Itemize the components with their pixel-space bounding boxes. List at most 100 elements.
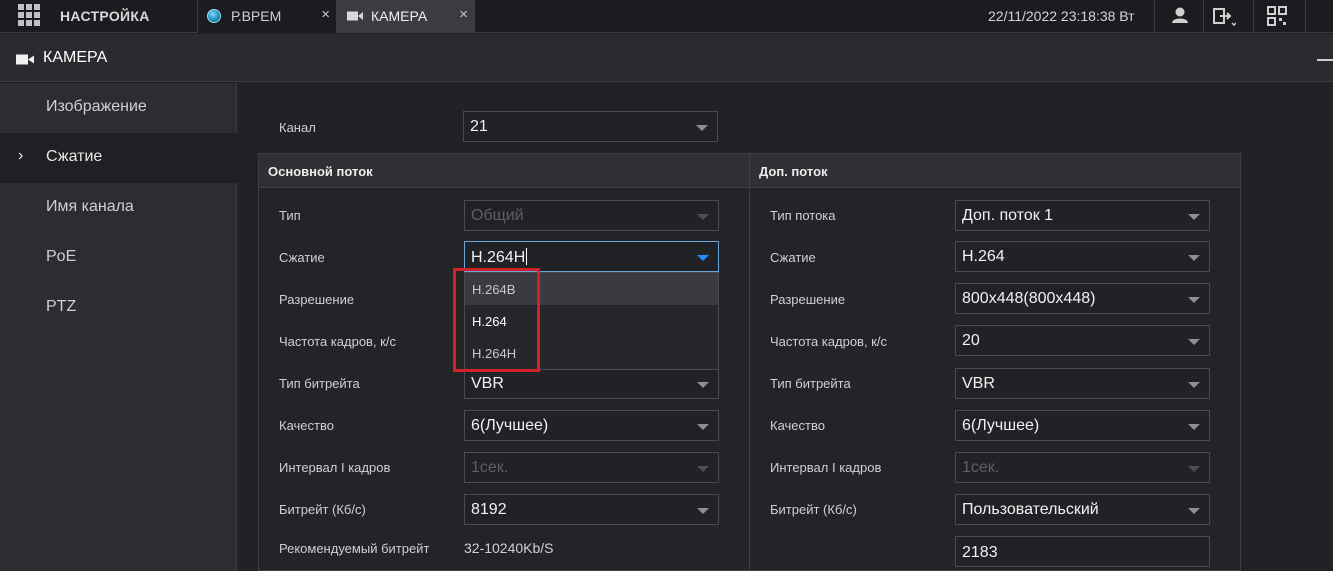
tab-camera-label: КАМЕРА: [371, 8, 428, 24]
sub-iframe-select: 1сек.: [955, 452, 1210, 483]
main-iframe-select: 1сек.: [464, 452, 719, 483]
main-compression-value: H.264H: [471, 248, 528, 266]
channel-value: 21: [470, 118, 488, 135]
chevron-down-icon: [1188, 214, 1200, 220]
page-title: КАМЕРА: [43, 49, 108, 66]
globe-icon: [207, 9, 221, 23]
divider: [1253, 0, 1254, 33]
main-bitrate-value: 8192: [471, 501, 507, 518]
chevron-down-icon: [697, 424, 709, 430]
chevron-down-icon: [697, 214, 709, 220]
sub-bitrate-type-select[interactable]: VBR: [955, 368, 1210, 399]
chevron-down-icon: [696, 125, 708, 131]
recommended-bitrate-label: Рекомендуемый битрейт: [279, 541, 430, 556]
sub-resolution-value: 800x448(800x448): [962, 290, 1096, 307]
user-icon[interactable]: [1167, 4, 1193, 28]
chevron-down-icon: [697, 466, 709, 472]
main-type-select: Общий: [464, 200, 719, 231]
sub-fps-value: 20: [962, 332, 980, 349]
annotation-highlight-box: [453, 268, 540, 372]
chevron-down-icon: [1188, 424, 1200, 430]
main-type-label: Тип: [279, 208, 301, 223]
sub-resolution-select[interactable]: 800x448(800x448): [955, 283, 1210, 314]
main-bitrate-type-select[interactable]: VBR: [464, 368, 719, 399]
sub-stream-type-label: Тип потока: [770, 208, 836, 223]
chevron-down-icon: [1188, 255, 1200, 261]
main-type-value: Общий: [471, 207, 524, 224]
sub-bitrate-value: Пользовательский: [962, 501, 1099, 518]
main-fps-label: Частота кадров, к/с: [279, 334, 396, 349]
tab-live-view-close-icon[interactable]: ×: [321, 6, 330, 23]
minimize-icon[interactable]: [1317, 59, 1333, 61]
tab-camera-close-icon[interactable]: ×: [459, 6, 468, 23]
sidebar-item-compression[interactable]: › Сжатие: [0, 133, 237, 183]
camera-icon: [16, 54, 34, 65]
main-stream-title: Основной поток: [268, 164, 373, 179]
sub-fps-label: Частота кадров, к/с: [770, 334, 887, 349]
main-quality-label: Качество: [279, 418, 334, 433]
sidebar-item-label: PTZ: [46, 298, 77, 315]
sub-fps-select[interactable]: 20: [955, 325, 1210, 356]
main-iframe-label: Интервал I кадров: [279, 460, 391, 475]
tab-live-view[interactable]: Р.ВРЕМ ×: [197, 0, 336, 33]
top-bar: НАСТРОЙКА Р.ВРЕМ × КАМЕРА × 22/11/2022 2…: [0, 0, 1333, 33]
sub-stream-header: Доп. поток: [750, 154, 1240, 188]
sidebar-item-ptz[interactable]: PTZ: [0, 283, 237, 333]
main-bitrate-type-value: VBR: [471, 375, 504, 392]
main-bitrate-type-label: Тип битрейта: [279, 376, 360, 391]
chevron-right-icon: ›: [18, 147, 24, 164]
sidebar-item-label: PoE: [46, 248, 77, 265]
tab-live-view-label: Р.ВРЕМ: [231, 8, 282, 24]
sub-stream-title: Доп. поток: [759, 164, 828, 179]
main-menu-grid-icon[interactable]: [18, 4, 40, 26]
sidebar-item-label: Сжатие: [46, 148, 103, 165]
divider: [1203, 0, 1204, 33]
sub-compression-select[interactable]: H.264: [955, 241, 1210, 272]
chevron-down-icon: [697, 255, 709, 261]
chevron-down-icon: [1188, 297, 1200, 303]
sub-stream-type-select[interactable]: Доп. поток 1: [955, 200, 1210, 231]
main-bitrate-select[interactable]: 8192: [464, 494, 719, 525]
main-quality-select[interactable]: 6(Лучшее): [464, 410, 719, 441]
tab-camera[interactable]: КАМЕРА ×: [336, 0, 475, 33]
sub-bitrate-select[interactable]: Пользовательский: [955, 494, 1210, 525]
channel-select[interactable]: 21: [463, 111, 718, 142]
sub-bitrate-type-label: Тип битрейта: [770, 376, 851, 391]
channel-label: Канал: [279, 120, 316, 135]
recommended-bitrate-value: 32-10240Kb/S: [464, 540, 554, 556]
sub-quality-label: Качество: [770, 418, 825, 433]
camera-icon: [347, 11, 363, 21]
main-stream-header: Основной поток: [259, 154, 749, 188]
sub-bitrate-type-value: VBR: [962, 375, 995, 392]
sub-resolution-label: Разрешение: [770, 292, 846, 307]
chevron-down-icon: [697, 382, 709, 388]
sidebar-item-label: Имя канала: [46, 198, 134, 215]
sub-iframe-label: Интервал I кадров: [770, 460, 882, 475]
chevron-down-icon: [1188, 339, 1200, 345]
main-bitrate-label: Битрейт (Кб/с): [279, 502, 366, 517]
sub-custom-bitrate-input[interactable]: 2183: [955, 536, 1210, 567]
sub-iframe-value: 1сек.: [962, 459, 1000, 476]
chevron-down-icon: [1188, 466, 1200, 472]
divider: [1154, 0, 1155, 33]
divider: [1305, 0, 1306, 33]
sidebar-item-image[interactable]: Изображение: [0, 83, 237, 133]
sub-quality-value: 6(Лучшее): [962, 417, 1040, 434]
main-quality-value: 6(Лучшее): [471, 417, 549, 434]
chevron-down-icon: [697, 508, 709, 514]
chevron-down-icon: [1188, 508, 1200, 514]
page-header: КАМЕРА: [0, 34, 1333, 82]
sub-custom-bitrate-value: 2183: [962, 544, 998, 561]
sub-quality-select[interactable]: 6(Лучшее): [955, 410, 1210, 441]
main-resolution-label: Разрешение: [279, 292, 355, 307]
system-datetime: 22/11/2022 23:18:38 Вт: [988, 8, 1135, 24]
sub-bitrate-label: Битрейт (Кб/с): [770, 502, 857, 517]
chevron-down-icon: [1188, 382, 1200, 388]
qr-code-icon[interactable]: [1265, 4, 1291, 28]
sidebar-item-poe[interactable]: PoE: [0, 233, 237, 283]
logout-icon[interactable]: [1210, 4, 1236, 28]
main-compression-label: Сжатие: [279, 250, 325, 265]
main-iframe-value: 1сек.: [471, 459, 509, 476]
sidebar: Изображение › Сжатие Имя канала PoE PTZ: [0, 83, 237, 571]
sidebar-item-channel-name[interactable]: Имя канала: [0, 183, 237, 233]
